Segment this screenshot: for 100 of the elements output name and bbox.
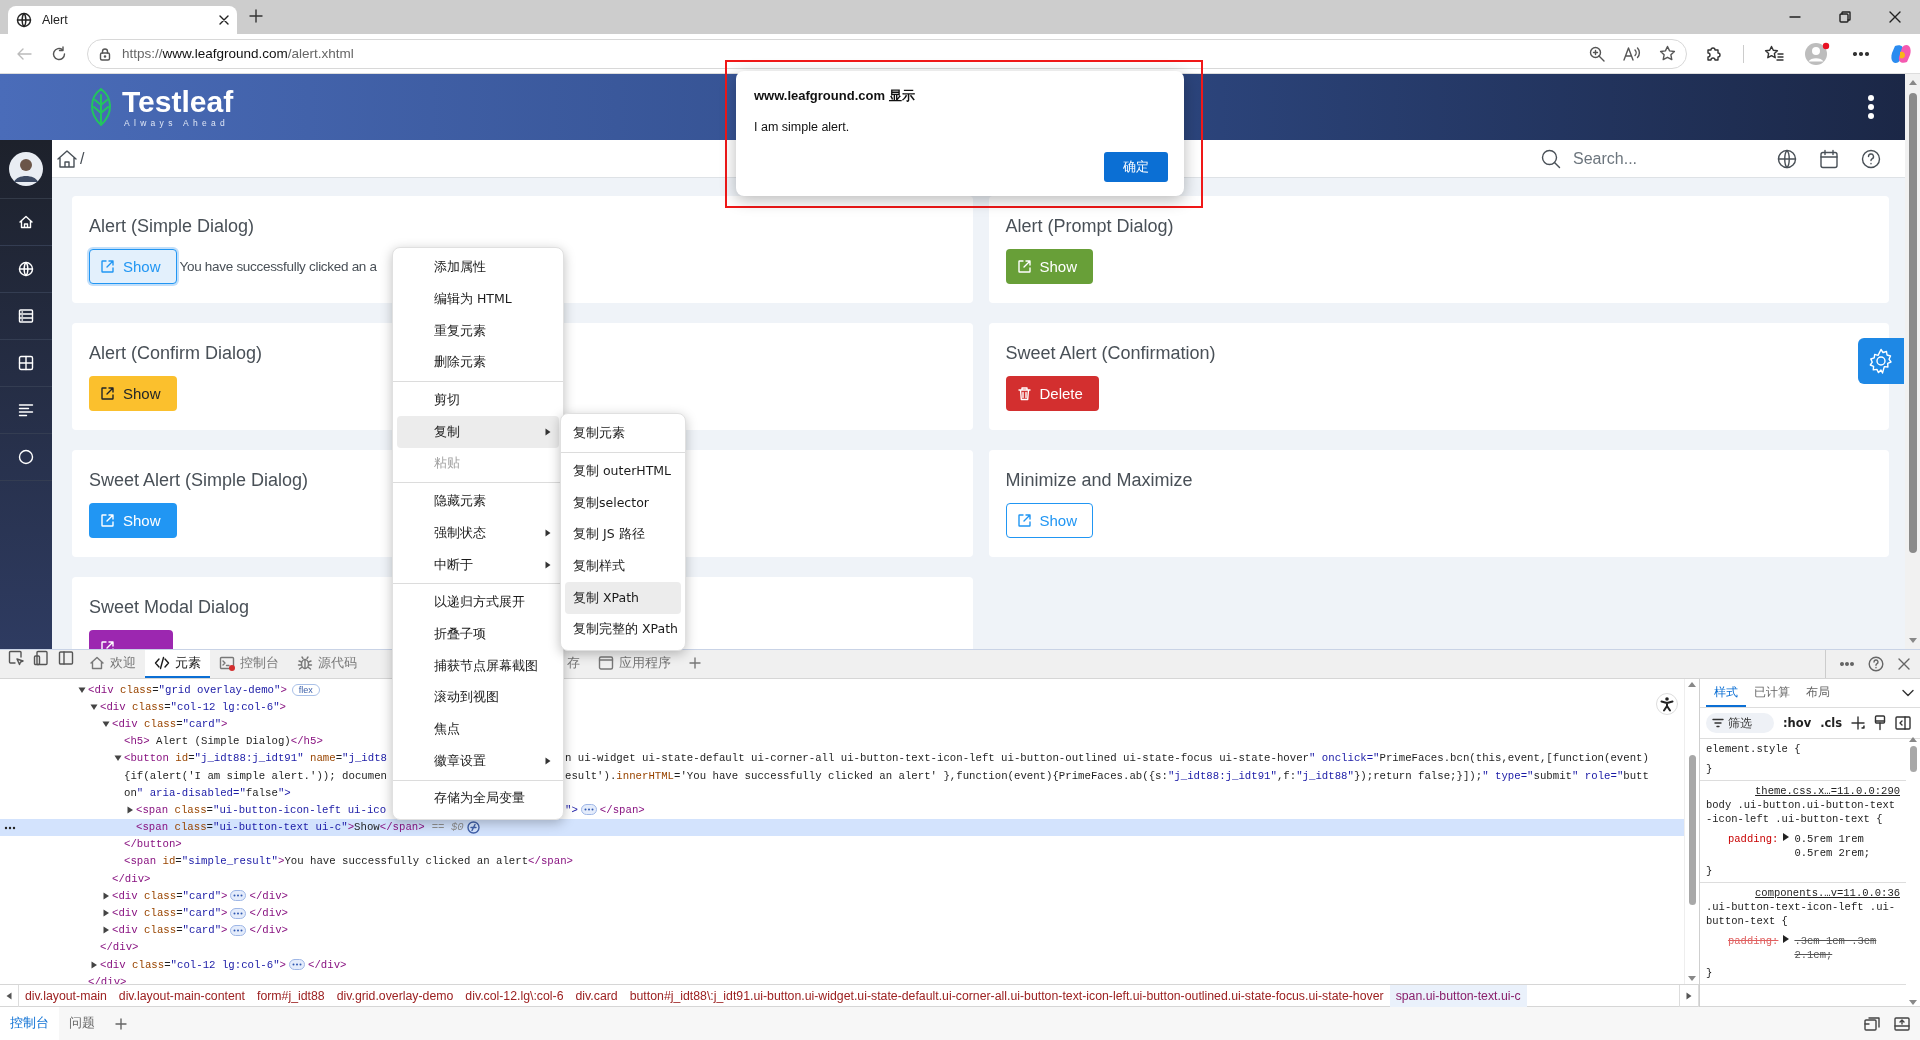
globe-icon[interactable] [1777,148,1797,169]
expand-arrow-icon[interactable] [78,685,86,694]
help-icon[interactable] [1861,148,1881,169]
devtools-tab[interactable]: 欢迎 [80,650,145,678]
drawer-tab[interactable]: 问题 [59,1007,105,1040]
expand-arrow-icon[interactable] [90,960,98,969]
breadcrumb-item[interactable]: span.ui-button-text.ui-c [1389,985,1527,1007]
menu-item[interactable]: 复制元素 [565,418,681,450]
accessibility-icon[interactable] [1656,693,1678,715]
devtools-tab[interactable]: 控制台 [210,650,288,678]
menu-item[interactable]: 剪切 [397,384,559,417]
menu-item[interactable]: 复制 XPath [565,582,681,615]
scrollbar[interactable] [1684,679,1699,984]
menu-item[interactable]: 隐藏元素 [397,485,559,518]
source-link[interactable]: components.…v=11.0.0:36 [1755,886,1900,900]
inspect-icon[interactable] [8,650,24,666]
scroll-left-icon[interactable] [6,992,12,1000]
toggle-button[interactable]: .cls [1820,716,1843,730]
search-icon[interactable] [1541,148,1561,169]
menu-item[interactable]: 删除元素 [397,347,559,379]
circle-icon[interactable] [18,449,34,465]
breadcrumb-item[interactable]: div.layout-main-content [112,985,251,1007]
menu-item[interactable]: 复制完整的 XPath [565,614,681,646]
search-field[interactable]: Search... [1571,148,1715,169]
menu-item[interactable]: 徽章设置 [397,745,559,777]
dock-icon[interactable] [58,650,74,666]
new-tab-icon[interactable] [249,9,263,23]
menu-item[interactable]: 以递归方式展开 [397,586,559,619]
home-icon[interactable] [56,148,78,169]
breadcrumb-item[interactable]: button#j_idt88\:j_idt91.ui-button.ui-widget.ui-state-default.ui-corner-all.ui-button-text-icon-left.ui-button-outlined.ui-state-focus.ui-state-hover [623,985,1390,1007]
toggle-button[interactable]: :hov [1783,716,1812,730]
scroll-right-icon[interactable] [1686,992,1692,1000]
restore-icon[interactable] [1839,11,1851,23]
expand-arrow-icon[interactable] [1782,832,1791,842]
close-icon[interactable] [219,15,229,25]
device-icon[interactable] [33,650,49,666]
profile-icon[interactable] [1804,41,1832,66]
expand-arrow-icon[interactable] [126,805,134,814]
zoom-in-icon[interactable] [1589,45,1605,62]
help-icon[interactable] [1868,656,1884,672]
menu-item[interactable]: 复制selector [565,487,681,520]
menu-item[interactable]: 复制 [397,416,559,449]
menu-item[interactable]: 存储为全局变量 [397,783,559,815]
expand-arrow-icon[interactable] [102,926,110,935]
add-tab-icon[interactable] [689,657,701,669]
reload-icon[interactable] [51,45,68,62]
calendar-icon[interactable] [1819,148,1839,169]
menu-item[interactable]: 焦点 [397,713,559,746]
breadcrumb-item[interactable]: div.grid.overlay-demo [330,985,460,1007]
menu-item[interactable]: 添加属性 [397,252,559,284]
app-logo-icon[interactable] [1890,42,1912,65]
show-button[interactable]: Show [89,376,177,411]
text-lines-icon[interactable] [18,402,34,418]
breadcrumb-item[interactable]: div.layout-main [19,985,113,1007]
read-aloud-icon[interactable] [1623,45,1641,62]
close-icon[interactable] [1889,11,1901,23]
expand-arrow-icon[interactable] [102,719,110,728]
puzzle-icon[interactable] [1705,44,1723,63]
expand-arrow-icon[interactable] [102,909,110,918]
breadcrumb-item[interactable]: form#j_idt88 [251,985,331,1007]
avatar[interactable] [9,152,43,186]
star-icon[interactable] [1659,45,1676,62]
chevron-down-icon[interactable] [1902,689,1914,697]
devtools-tab[interactable]: 元素 [145,650,210,678]
kebab-menu-icon[interactable] [1867,94,1875,120]
breadcrumb-item[interactable]: div.col-12.lg\:col-6 [459,985,570,1007]
settings-button[interactable] [1858,338,1904,384]
styles-tab[interactable]: 已计算 [1746,679,1798,707]
menu-item[interactable]: 折叠子项 [397,618,559,651]
browser-tab[interactable]: Alert [8,6,237,34]
styles-tab[interactable]: 样式 [1706,679,1746,707]
expand-arrow-icon[interactable] [90,702,98,711]
menu-item[interactable]: 复制样式 [565,550,681,583]
devtools-tab[interactable]: 应用程序 [589,650,680,678]
flex-badge[interactable]: flex [291,683,320,696]
add-tab-icon[interactable] [115,1017,127,1030]
expand-arrow-icon[interactable] [114,754,122,763]
scrollbar[interactable] [1905,74,1920,649]
drawer-tab[interactable]: 控制台 [0,1007,59,1040]
list-icon[interactable] [18,308,34,324]
plus-icon[interactable] [1851,716,1866,730]
menu-item[interactable]: 复制 outerHTML [565,455,681,488]
more-icon[interactable] [4,826,16,831]
paint-brush-icon[interactable] [1874,715,1887,731]
dock-icon[interactable] [1864,1016,1880,1031]
menu-item[interactable]: 重复元素 [397,315,559,348]
menu-item[interactable]: 滚动到视图 [397,681,559,714]
delete-button[interactable]: Delete [1005,376,1099,411]
styles-tab[interactable]: 布局 [1798,679,1838,707]
expand-arrow-icon[interactable] [102,891,110,900]
menu-item[interactable]: 中断于 [397,549,559,581]
grid-icon[interactable] [18,355,34,371]
expand-arrow-icon[interactable] [1782,934,1791,944]
ok-button[interactable]: 确定 [1104,152,1168,182]
breadcrumb-item[interactable]: div.card [569,985,624,1007]
menu-item[interactable]: 编辑为 HTML [397,283,559,316]
menu-item[interactable]: 复制 JS 路径 [565,519,681,551]
devtools-tab[interactable]: 源代码 [288,650,366,678]
filter-field[interactable]: 筛选 [1706,713,1774,733]
panel-icon[interactable] [1894,1016,1910,1031]
